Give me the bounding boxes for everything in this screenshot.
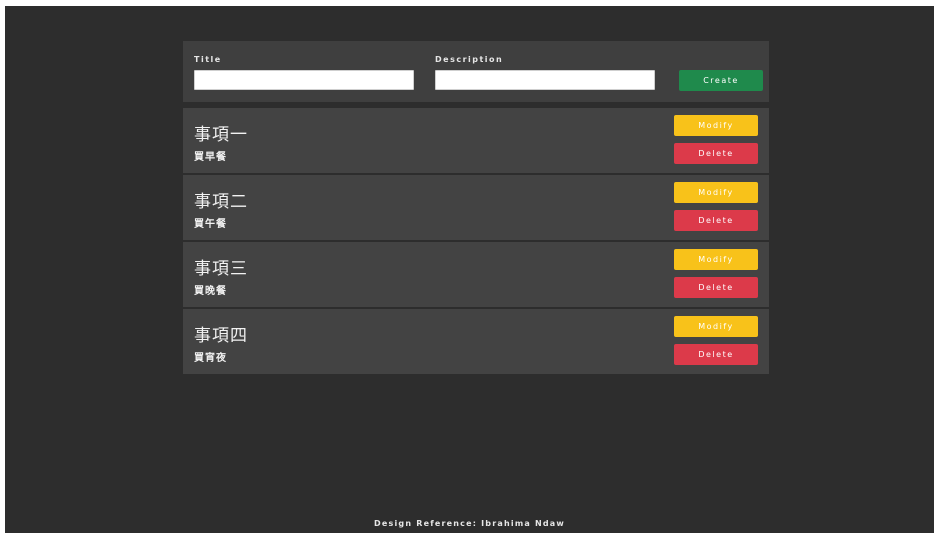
todo-title: 事項二 — [194, 192, 248, 212]
create-todo-form: Title Description Create — [183, 41, 769, 102]
delete-button[interactable]: Delete — [674, 344, 758, 365]
todo-list: 事項一 買早餐 Modify Delete 事項二 買午餐 Modify Del… — [183, 108, 769, 376]
modify-button[interactable]: Modify — [674, 182, 758, 203]
todo-item: 事項四 買宵夜 Modify Delete — [183, 309, 769, 374]
todo-description: 買晚餐 — [194, 286, 227, 297]
todo-description: 買午餐 — [194, 219, 227, 230]
todo-item: 事項一 買早餐 Modify Delete — [183, 108, 769, 173]
footer-credit: Design Reference: Ibrahima Ndaw — [374, 519, 565, 528]
todo-item: 事項三 買晚餐 Modify Delete — [183, 242, 769, 307]
delete-button[interactable]: Delete — [674, 143, 758, 164]
todo-item: 事項二 買午餐 Modify Delete — [183, 175, 769, 240]
todo-title: 事項四 — [194, 326, 248, 346]
description-label: Description — [435, 55, 504, 64]
description-input[interactable] — [435, 70, 655, 90]
todo-description: 買早餐 — [194, 152, 227, 163]
delete-button[interactable]: Delete — [674, 210, 758, 231]
title-input[interactable] — [194, 70, 414, 90]
title-label: Title — [194, 55, 222, 64]
modify-button[interactable]: Modify — [674, 316, 758, 337]
todo-description: 買宵夜 — [194, 353, 227, 364]
modify-button[interactable]: Modify — [674, 115, 758, 136]
create-button[interactable]: Create — [679, 70, 763, 91]
delete-button[interactable]: Delete — [674, 277, 758, 298]
modify-button[interactable]: Modify — [674, 249, 758, 270]
todo-title: 事項一 — [194, 125, 248, 145]
app-frame: Title Description Create 事項一 買早餐 Modify … — [5, 6, 934, 533]
todo-title: 事項三 — [194, 259, 248, 279]
